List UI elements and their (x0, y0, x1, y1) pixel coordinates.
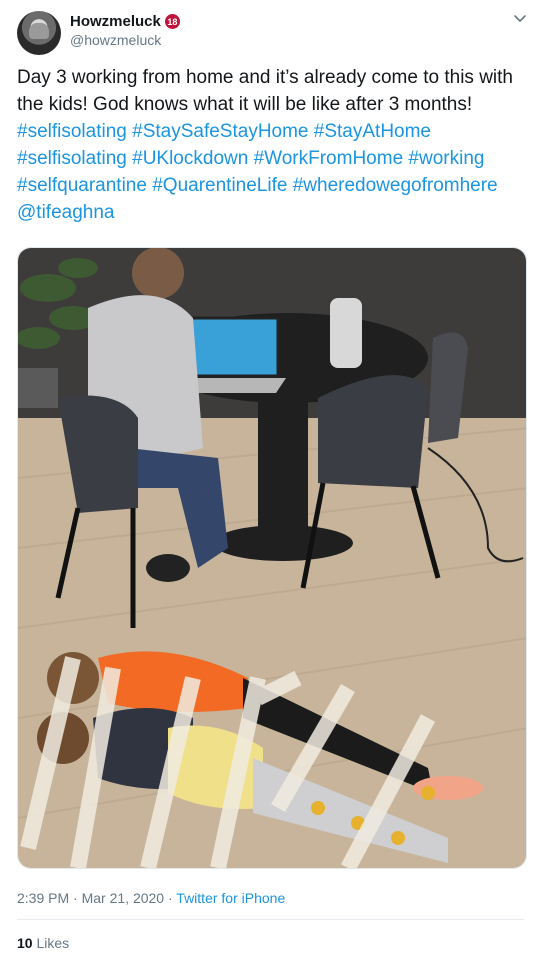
hashtag-link[interactable]: #StaySafeStayHome (132, 121, 308, 142)
tweet-date[interactable]: Mar 21, 2020 (82, 890, 165, 906)
hashtag-link[interactable]: #UKlockdown (132, 148, 248, 169)
hashtag-link[interactable]: #selfquarantine (17, 175, 147, 196)
hashtag-link[interactable]: #StayAtHome (314, 121, 431, 142)
meta-separator: · (167, 890, 173, 906)
likes-number: 10 (17, 935, 33, 951)
tweet-meta: 2:39 PM · Mar 21, 2020 · Twitter for iPh… (17, 890, 285, 906)
hashtag-link[interactable]: #working (408, 148, 484, 169)
avatar[interactable] (17, 11, 61, 55)
display-name[interactable]: Howzmeluck (70, 13, 161, 30)
likes-label: Likes (36, 935, 70, 951)
author-name-row: Howzmeluck 18 (70, 13, 180, 30)
user-handle[interactable]: @howzmeluck (70, 32, 161, 48)
divider (17, 919, 524, 920)
chevron-down-icon[interactable] (513, 12, 527, 26)
meta-separator: · (73, 890, 78, 906)
mention-link[interactable]: @tifeaghna (17, 202, 114, 223)
tweet-time[interactable]: 2:39 PM (17, 890, 69, 906)
age-badge: 18 (164, 14, 180, 29)
hashtag-link[interactable]: #selfisolating (17, 121, 127, 142)
tweet-card: Howzmeluck 18 @howzmeluck Day 3 working … (0, 0, 541, 967)
likes-count[interactable]: 10 Likes (17, 935, 69, 951)
tweet-source-link[interactable]: Twitter for iPhone (176, 890, 285, 906)
photo-illustration (18, 248, 526, 868)
tweet-photo[interactable] (17, 247, 527, 869)
hashtag-link[interactable]: #selfisolating (17, 148, 127, 169)
hashtag-link[interactable]: #wheredowegofromhere (293, 175, 498, 196)
tweet-body: Day 3 working from home and it’s already… (17, 67, 513, 115)
hashtag-link[interactable]: #WorkFromHome (254, 148, 404, 169)
hashtag-link[interactable]: #QuarentineLife (152, 175, 287, 196)
tweet-text: Day 3 working from home and it’s already… (17, 64, 522, 226)
